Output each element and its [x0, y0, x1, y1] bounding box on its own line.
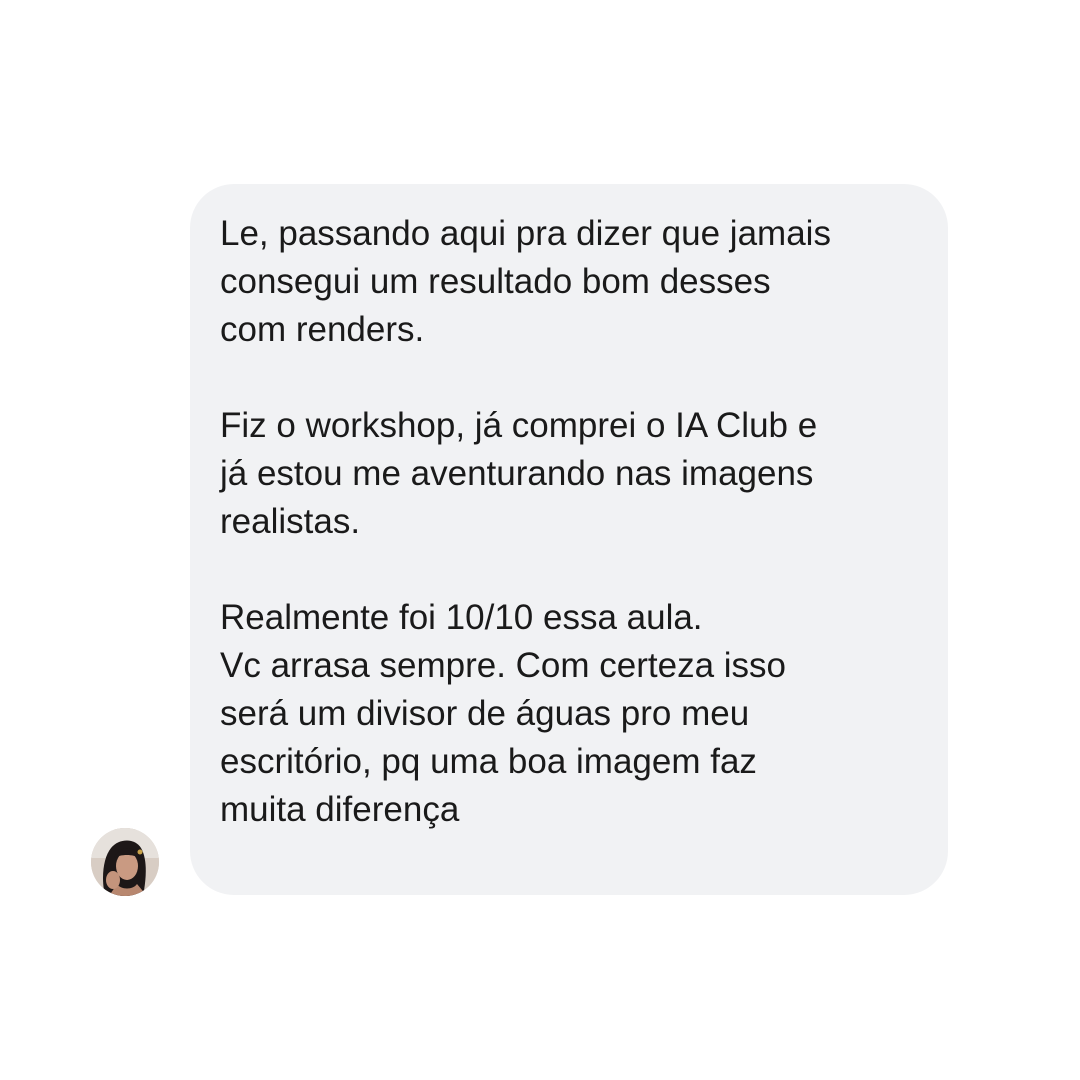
- message-line: realistas.: [220, 502, 361, 541]
- message-line: já estou me aventurando nas imagens: [220, 454, 814, 493]
- avatar-photo-icon: [91, 828, 159, 896]
- message-line: escritório, pq uma boa imagem faz: [220, 742, 757, 781]
- message-line: Realmente foi 10/10 essa aula.: [220, 598, 703, 637]
- message-line: muita diferença: [220, 790, 460, 829]
- message-line: Le, passando aqui pra dizer que jamais: [220, 214, 831, 253]
- message-line: Fiz o workshop, já comprei o IA Club e: [220, 406, 818, 445]
- sender-avatar[interactable]: [91, 828, 159, 896]
- chat-canvas: Le, passando aqui pra dizer que jamais c…: [0, 0, 1080, 1080]
- message-line: será um divisor de águas pro meu: [220, 694, 750, 733]
- message-line: Vc arrasa sempre. Com certeza isso: [220, 646, 787, 685]
- message-line: consegui um resultado bom desses: [220, 262, 771, 301]
- message-line: com renders.: [220, 310, 425, 349]
- message-bubble[interactable]: Le, passando aqui pra dizer que jamais c…: [190, 184, 948, 895]
